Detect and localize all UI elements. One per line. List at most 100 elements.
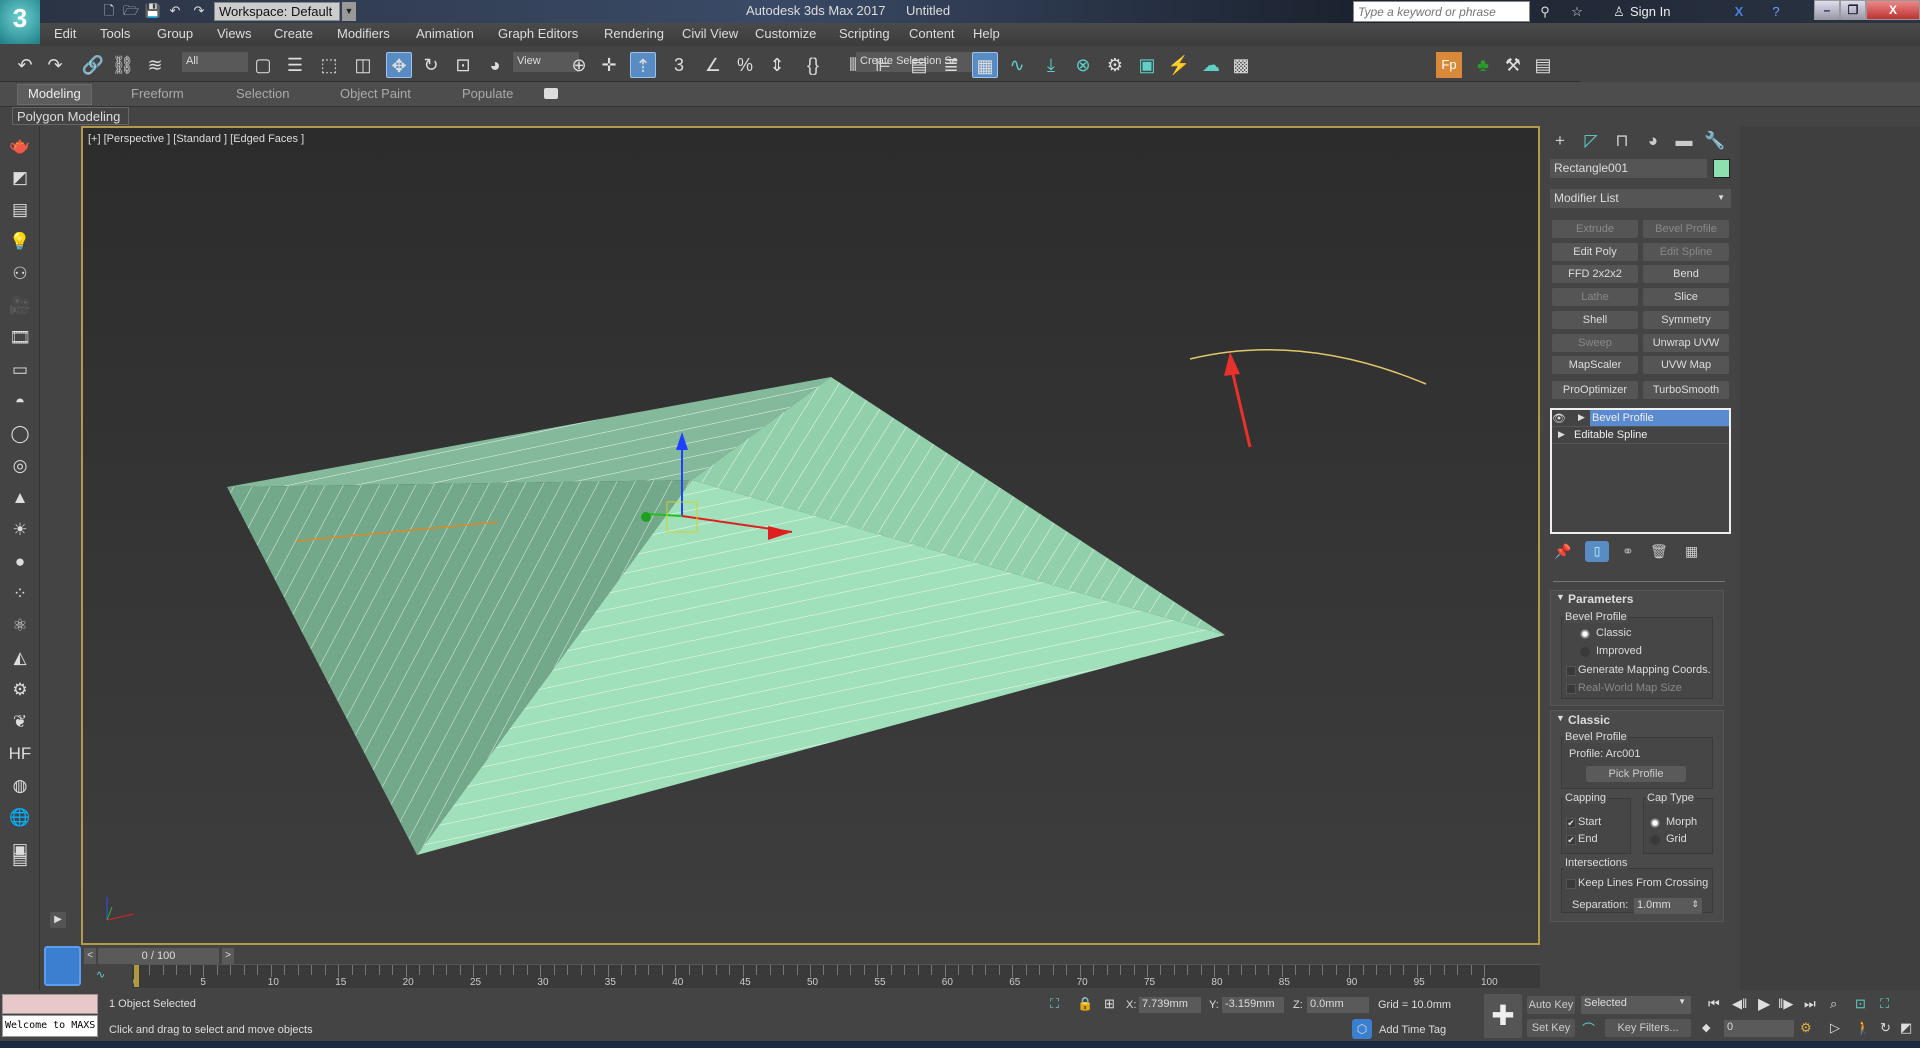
scene-explorer-icon[interactable]: ▤ <box>906 52 932 78</box>
close-button[interactable]: X <box>1866 0 1920 20</box>
expand-triangle-icon[interactable]: ▶ <box>1578 412 1585 423</box>
keep-lines-checkbox[interactable] <box>1566 879 1576 889</box>
camera-icon[interactable]: 🎥 <box>6 294 34 318</box>
select-by-name-icon[interactable]: ☰ <box>282 52 308 78</box>
show-end-result-icon[interactable]: ▯ <box>1585 541 1609 562</box>
render-production-icon[interactable]: ⚡ <box>1166 52 1192 78</box>
undo-quick-icon[interactable]: ↶ <box>166 2 184 20</box>
menu-civil-view[interactable]: Civil View <box>682 26 738 41</box>
menu-animation[interactable]: Animation <box>416 26 474 41</box>
generate-mapping-checkbox[interactable] <box>1566 666 1576 676</box>
maximize-button[interactable]: ❐ <box>1840 0 1866 20</box>
rollout-collapse-icon[interactable]: ▼ <box>1556 713 1565 723</box>
layer-explorer-icon[interactable]: ≣ <box>938 52 964 78</box>
align-icon[interactable]: ⊫ <box>870 52 896 78</box>
mirror-icon[interactable]: ⫴ <box>840 52 866 78</box>
curve-editor-icon[interactable]: ∿ <box>96 968 105 981</box>
rect-selection-region-icon[interactable]: ⬚ <box>316 52 342 78</box>
ribbon-options-icon[interactable] <box>544 88 558 99</box>
unlink-icon[interactable]: ⛓ <box>110 52 136 78</box>
key-mode-toggle-icon[interactable]: ◆ <box>1702 1021 1710 1034</box>
parameters-rollout-title[interactable]: Parameters <box>1568 592 1633 606</box>
time-slider[interactable]: 0 / 100 <box>98 948 219 964</box>
new-file-icon[interactable]: 🗋 <box>100 2 118 20</box>
particles-icon[interactable]: ⁘ <box>6 582 34 606</box>
grid-radio[interactable] <box>1650 835 1660 845</box>
schematic-view-icon[interactable]: ⤓ <box>1038 52 1064 78</box>
sun-icon[interactable]: ☀ <box>6 518 34 542</box>
modifier-button-edit-poly[interactable]: Edit Poly <box>1552 243 1638 261</box>
menu-help[interactable]: Help <box>973 26 1000 41</box>
hemisphere-icon[interactable]: ◓ <box>6 390 34 414</box>
modifier-button-bend[interactable]: Bend <box>1643 265 1729 283</box>
spreadsheet-icon[interactable]: ▤ <box>1530 52 1556 78</box>
modifier-button-ffd-2x2x2[interactable]: FFD 2x2x2 <box>1552 265 1638 283</box>
zoom-extents-icon[interactable]: ⛶ <box>1880 996 1889 1012</box>
modifier-button-prooptimizer[interactable]: ProOptimizer <box>1552 381 1638 399</box>
modifier-button-uvw-map[interactable]: UVW Map <box>1643 356 1729 374</box>
field-of-view-icon[interactable]: ▷ <box>1830 1020 1840 1036</box>
time-configuration-icon[interactable]: ⚙ <box>1800 1020 1812 1036</box>
prev-frame-button[interactable]: < <box>84 948 96 964</box>
sphere-icon[interactable]: ◯ <box>6 422 34 446</box>
molecule-icon[interactable]: ⚛ <box>6 614 34 638</box>
select-manipulate-icon[interactable]: ✛ <box>596 52 622 78</box>
ribbon-toggle-icon[interactable]: ▦ <box>972 52 998 78</box>
z-coordinate-field[interactable]: 0.0mm <box>1307 997 1369 1013</box>
keyboard-shortcut-override-icon[interactable]: ⇡ <box>630 52 656 78</box>
undo-icon[interactable]: ↶ <box>12 52 38 78</box>
chevron-down-icon[interactable]: ▼ <box>342 2 356 21</box>
spinner-arrows-icon[interactable]: ⇕ <box>1691 899 1699 910</box>
curve-editor-icon[interactable]: ∿ <box>1004 52 1030 78</box>
go-to-start-icon[interactable]: ⏮ <box>1708 996 1720 1012</box>
auto-key-button[interactable]: Auto Key <box>1527 996 1575 1014</box>
lock-icon[interactable]: 🔒 <box>1077 996 1093 1012</box>
modifier-list-dropdown[interactable]: Modifier List ▼ <box>1550 189 1731 208</box>
hierarchy-icon[interactable]: ⊓ <box>1608 130 1636 152</box>
minimize-button[interactable]: – <box>1814 0 1840 20</box>
render-extras-icon[interactable]: ▩ <box>1228 52 1254 78</box>
workspace-dropdown[interactable]: Workspace: Default <box>214 2 340 21</box>
light-bulb-icon[interactable]: 💡 <box>6 230 34 254</box>
globe-icon[interactable]: 🌐 <box>6 806 34 830</box>
zoom-all-icon[interactable]: ⊡ <box>1855 996 1866 1012</box>
key-filters-button[interactable]: Key Filters... <box>1605 1019 1691 1037</box>
fp-plugin-icon[interactable]: Fp <box>1436 52 1462 78</box>
maxscript-output[interactable]: Welcome to MAXS <box>2 1015 98 1037</box>
object-name-field[interactable]: Rectangle001 <box>1550 159 1707 178</box>
x-coordinate-field[interactable]: 7.739mm <box>1139 997 1201 1013</box>
menu-create[interactable]: Create <box>274 26 313 41</box>
stack-item[interactable]: ▶ Editable Spline <box>1552 427 1729 444</box>
open-file-icon[interactable]: 🗁 <box>122 2 140 20</box>
modifier-button-slice[interactable]: Slice <box>1643 288 1729 306</box>
box-icon[interactable]: ▭ <box>6 358 34 382</box>
remove-modifier-icon[interactable]: 🗑 <box>1650 543 1668 560</box>
render-cloud-icon[interactable]: ☁ <box>1198 52 1224 78</box>
menu-graph-editors[interactable]: Graph Editors <box>498 26 578 41</box>
classic-radio[interactable] <box>1580 629 1590 639</box>
save-icon[interactable]: 💾 <box>144 2 162 20</box>
list-icon[interactable]: ▤ <box>6 198 34 222</box>
pick-profile-button[interactable]: Pick Profile <box>1586 766 1686 782</box>
mini-listener-icon[interactable]: ▤ <box>6 847 34 871</box>
menu-group[interactable]: Group <box>157 26 193 41</box>
modify-icon[interactable]: ◸ <box>1577 130 1605 152</box>
orbit-icon[interactable]: ↻ <box>1880 1020 1891 1036</box>
maxscript-listener-input[interactable] <box>2 994 98 1014</box>
select-object-icon[interactable]: ▢ <box>250 52 276 78</box>
film-icon[interactable]: 🎞 <box>6 326 34 350</box>
separation-spinner[interactable]: 1.0mm ⇕ <box>1634 898 1702 914</box>
object-color-swatch[interactable] <box>1713 159 1730 178</box>
select-move-icon[interactable]: ✥ <box>386 52 412 78</box>
tools-icon[interactable]: ⚒ <box>1500 52 1526 78</box>
cap-start-checkbox[interactable]: ✔ <box>1566 818 1576 828</box>
walk-through-icon[interactable]: 🚶 <box>1855 1020 1871 1036</box>
morph-radio[interactable] <box>1650 818 1660 828</box>
redo-quick-icon[interactable]: ↷ <box>190 2 208 20</box>
menu-scripting[interactable]: Scripting <box>839 26 890 41</box>
user-icon[interactable]: ♙ <box>1610 3 1628 21</box>
improved-radio[interactable] <box>1580 647 1590 657</box>
make-unique-icon[interactable]: ⚭ <box>1622 543 1634 560</box>
modifier-button-symmetry[interactable]: Symmetry <box>1643 311 1729 329</box>
pin-stack-icon[interactable]: 📌 <box>1554 543 1571 560</box>
